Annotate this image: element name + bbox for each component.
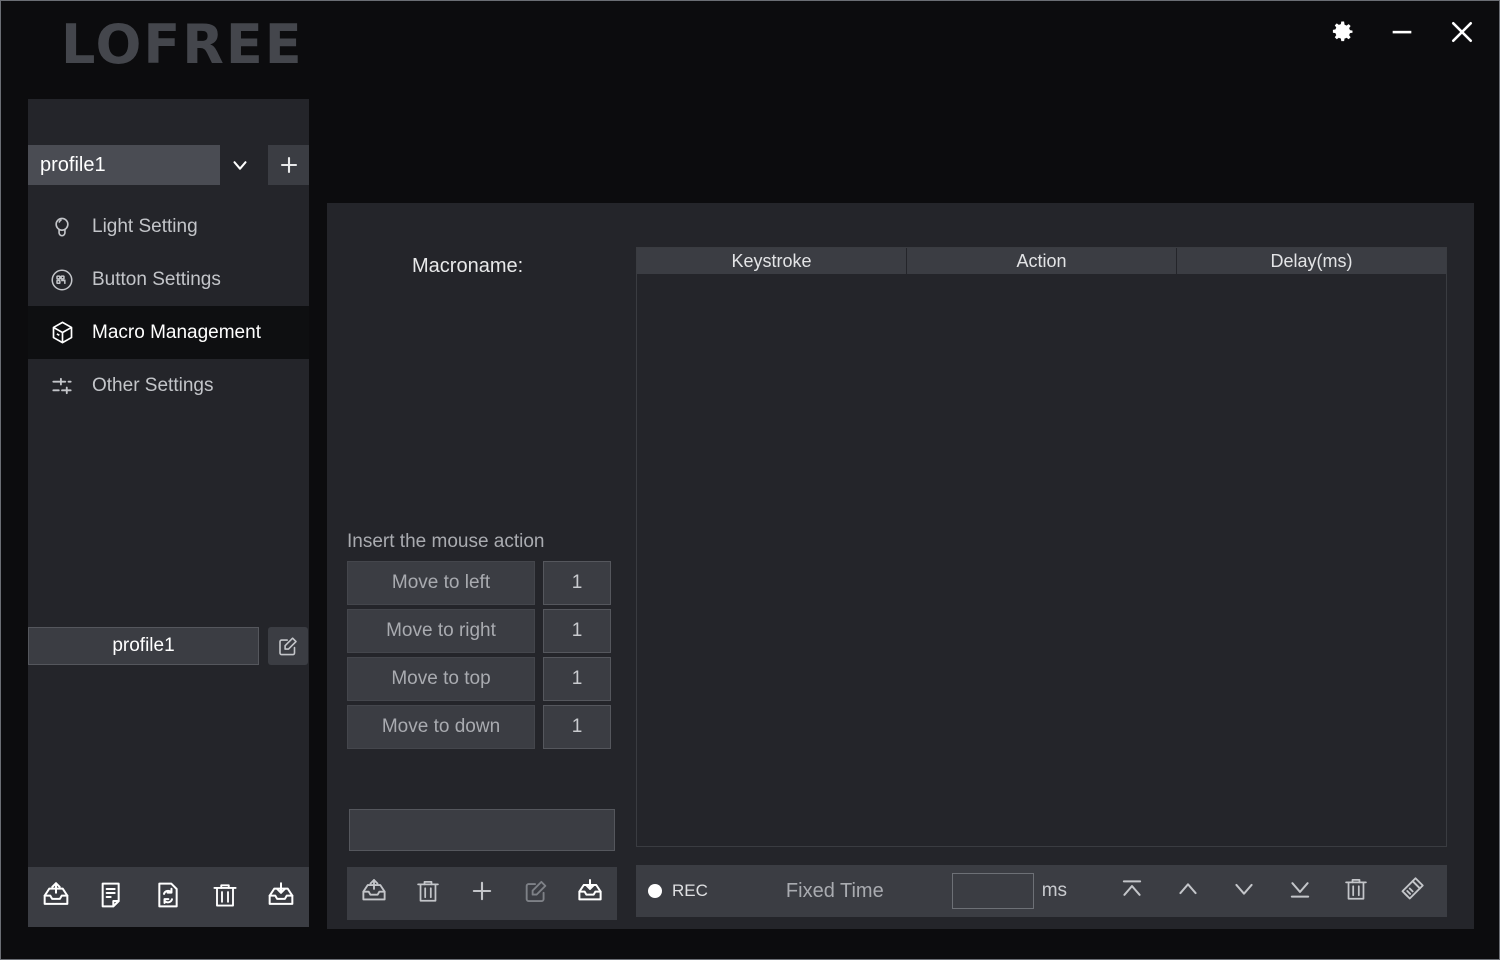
title-bar: LOFREE <box>1 1 1499 93</box>
profile-select-value: profile1 <box>40 153 106 176</box>
edit-square-icon <box>522 877 550 910</box>
record-dot-icon[interactable] <box>648 884 662 898</box>
clear-all-button[interactable] <box>1395 874 1429 908</box>
move-to-right-button[interactable]: Move to right <box>347 609 535 653</box>
mouse-action-row: Move to down 1 <box>347 705 617 749</box>
move-up-button[interactable] <box>1171 874 1205 908</box>
move-down-button[interactable] <box>1227 874 1261 908</box>
edit-macro-button[interactable] <box>516 874 556 914</box>
macro-steps-table: Keystroke Action Delay(ms) <box>636 247 1447 847</box>
macroname-label: Macroname: <box>412 255 524 277</box>
move-to-left-value[interactable]: 1 <box>543 561 611 605</box>
sidebar: profile1 Light Setting Button Settings M… <box>28 99 309 927</box>
close-icon[interactable] <box>1445 15 1479 49</box>
record-label[interactable]: REC <box>672 881 708 901</box>
application-window: LOFREE profile1 Light Setting Button Set… <box>0 0 1500 960</box>
step-actions <box>1115 874 1447 908</box>
move-to-down-button[interactable]: Move to down <box>347 705 535 749</box>
sidebar-toolbar <box>28 867 309 927</box>
new-profile-button[interactable] <box>91 876 133 918</box>
chevron-down-icon[interactable] <box>220 145 260 185</box>
move-to-left-button[interactable]: Move to left <box>347 561 535 605</box>
tray-up-icon <box>40 879 72 916</box>
tray-down-icon <box>575 876 605 911</box>
ms-unit-label: ms <box>1041 880 1068 901</box>
sidebar-item-label: Macro Management <box>92 321 261 343</box>
file-refresh-icon <box>152 879 184 916</box>
delete-step-button[interactable] <box>1339 874 1373 908</box>
delete-profile-button[interactable] <box>204 876 246 918</box>
move-to-top-button[interactable] <box>1115 874 1149 908</box>
tray-down-icon <box>265 879 297 916</box>
export-profile-button[interactable] <box>35 876 77 918</box>
move-to-right-value[interactable]: 1 <box>543 609 611 653</box>
import-macro-button[interactable] <box>570 874 610 914</box>
profile-select[interactable]: profile1 <box>28 145 220 185</box>
trash-icon <box>1342 875 1370 908</box>
sidebar-item-button-settings[interactable]: Button Settings <box>28 253 309 306</box>
sidebar-profile-list-area <box>28 665 309 867</box>
sidebar-item-macro-management[interactable]: Macro Management <box>28 306 309 359</box>
reset-profile-button[interactable] <box>147 876 189 918</box>
sidebar-nav: Light Setting Button Settings Macro Mana… <box>28 200 309 412</box>
brand-logo: LOFREE <box>61 13 304 76</box>
table-header-row: Keystroke Action Delay(ms) <box>637 248 1446 274</box>
chevron-up-icon <box>1174 875 1202 908</box>
main-panel: Macroname: Insert the mouse action Move … <box>327 203 1474 929</box>
plus-icon[interactable] <box>268 145 309 185</box>
move-to-bottom-button[interactable] <box>1283 874 1317 908</box>
trash-icon <box>414 877 442 910</box>
profile-selector-area: profile1 <box>28 99 309 200</box>
list-item[interactable]: profile1 <box>28 627 259 665</box>
mouse-action-title: Insert the mouse action <box>347 531 545 552</box>
delete-macro-button[interactable] <box>408 874 448 914</box>
move-to-down-value[interactable]: 1 <box>543 705 611 749</box>
sidebar-item-label: Light Setting <box>92 215 198 237</box>
export-macro-button[interactable] <box>354 874 394 914</box>
sidebar-item-light-setting[interactable]: Light Setting <box>28 200 309 253</box>
document-icon <box>96 879 128 916</box>
sliders-icon <box>47 371 77 401</box>
mouse-action-section: Insert the mouse action Move to left 1 M… <box>347 531 617 753</box>
chevron-down-icon <box>1230 875 1258 908</box>
column-header-keystroke[interactable]: Keystroke <box>637 248 907 274</box>
move-to-top-button[interactable]: Move to top <box>347 657 535 701</box>
record-toolbar: REC Fixed Time ms <box>636 865 1447 917</box>
mouse-action-row: Move to left 1 <box>347 561 617 605</box>
gear-icon[interactable] <box>1325 15 1359 49</box>
mouse-action-row: Move to top 1 <box>347 657 617 701</box>
keypad-icon <box>47 265 77 295</box>
edit-square-icon[interactable] <box>268 627 308 665</box>
move-to-top-icon <box>1118 875 1146 908</box>
move-to-bottom-icon <box>1286 875 1314 908</box>
profile-list-row: profile1 <box>28 627 309 665</box>
trash-icon <box>210 880 240 915</box>
column-header-delay[interactable]: Delay(ms) <box>1177 248 1446 274</box>
move-to-top-value[interactable]: 1 <box>543 657 611 701</box>
sidebar-item-other-settings[interactable]: Other Settings <box>28 359 309 412</box>
macro-name-input[interactable] <box>349 809 615 851</box>
column-header-action[interactable]: Action <box>907 248 1177 274</box>
brush-icon <box>1397 874 1427 909</box>
sidebar-item-label: Other Settings <box>92 374 214 396</box>
lightbulb-icon <box>47 212 77 242</box>
delay-input[interactable] <box>951 873 1034 909</box>
add-macro-button[interactable] <box>462 874 502 914</box>
tray-up-icon <box>359 876 389 911</box>
window-controls <box>1325 15 1479 49</box>
import-profile-button[interactable] <box>260 876 302 918</box>
fixed-time-label[interactable]: Fixed Time <box>786 880 884 903</box>
macro-toolbar <box>347 867 617 920</box>
mouse-action-row: Move to right 1 <box>347 609 617 653</box>
plus-icon <box>468 877 496 910</box>
minimize-icon[interactable] <box>1385 15 1419 49</box>
sidebar-item-label: Button Settings <box>92 268 221 290</box>
table-body[interactable] <box>637 274 1446 846</box>
cube-icon <box>47 318 77 348</box>
